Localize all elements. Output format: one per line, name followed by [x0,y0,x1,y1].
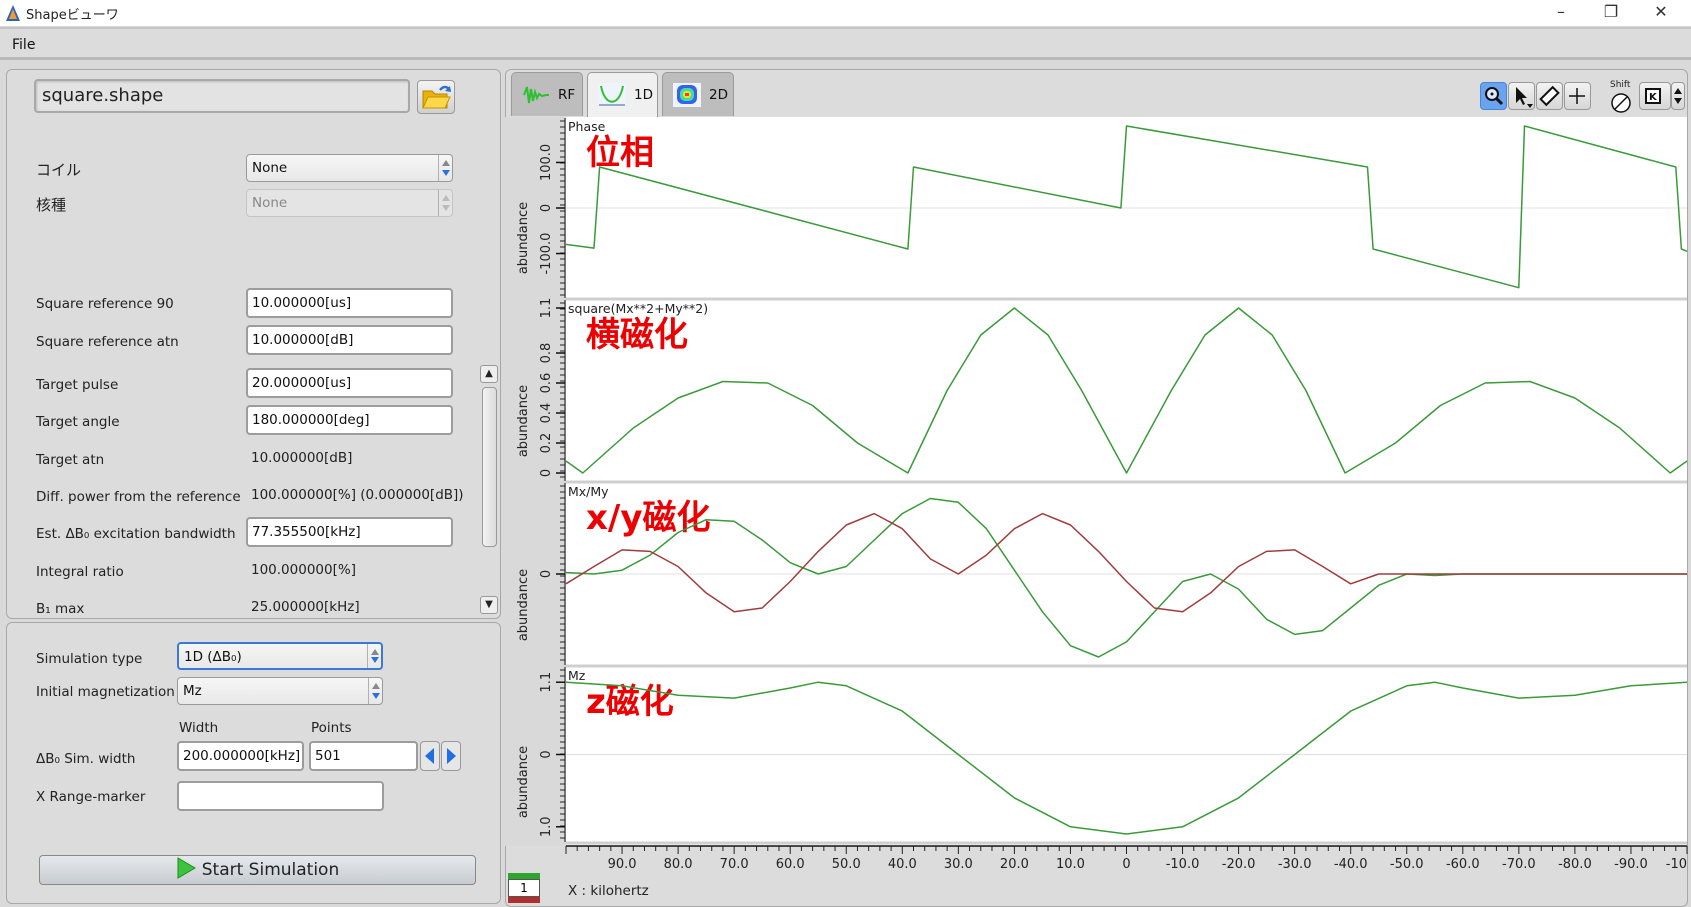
ruler-icon [1539,85,1560,107]
open-file-button[interactable] [417,80,455,114]
tab-1d-label: 1D [634,87,653,103]
svg-text:K: K [1649,92,1658,103]
keep-scale-icon: K [1645,88,1661,104]
keep-scale-button[interactable]: K [1639,82,1671,110]
scroll-thumb[interactable] [482,387,497,547]
tab-2d[interactable]: 2D [662,72,734,116]
pointer-tool-button[interactable] [1508,82,1535,110]
integral-ratio-value: 100.000000[%] [251,562,356,578]
tab-rf[interactable]: RF [511,72,583,116]
zoom-tool-button[interactable] [1480,82,1507,110]
param-label: Square reference 90 [36,296,174,312]
params-scrollbar[interactable]: ▲ ▼ [480,365,500,615]
tab-rf-label: RF [558,87,576,103]
square-ref-atn-input[interactable]: 10.000000[dB] [246,325,453,355]
crosshair-icon [1569,88,1585,104]
param-label: Target angle [36,414,120,430]
menu-file[interactable]: File [12,37,35,53]
param-label: B₁ max [36,601,85,617]
plot-area [566,117,1687,846]
range-marker-label: X Range-marker [36,789,146,805]
shift-toggle[interactable]: Shift [1607,80,1637,114]
b1-max-value: 25.000000[kHz] [251,599,360,615]
points-input[interactable]: 501 [309,741,418,771]
title-bar: Shapeビューワ – ❐ ✕ [0,0,1691,26]
param-label: Integral ratio [36,564,124,580]
cursor-arrow-icon [1516,87,1533,108]
up-down-arrow-icon [1674,88,1682,104]
shift-label: Shift [1610,80,1631,90]
magnifier-icon [1485,87,1504,106]
param-label: Diff. power from the reference [36,489,241,505]
trace-legend[interactable]: 1 [508,873,540,903]
y-axis-strip [505,117,566,846]
width-header: Width [179,720,219,736]
init-mag-label: Initial magnetization [36,684,175,700]
nucleus-select-value: None [252,195,288,211]
close-button[interactable]: ✕ [1636,0,1686,26]
trace-number: 1 [508,879,540,897]
2d-map-icon [673,83,701,107]
restore-button[interactable]: ❐ [1586,0,1636,26]
range-marker-input[interactable] [177,781,384,811]
shift-axes-icon [1611,93,1631,113]
coil-select[interactable]: None [246,154,453,182]
scroll-up-arrow-icon[interactable]: ▲ [480,365,498,383]
points-header: Points [311,720,352,736]
simulation-type-select[interactable]: 1D (ΔB₀) [177,642,383,670]
trace-red-swatch [508,897,540,903]
init-mag-value: Mz [183,683,202,699]
start-simulation-label: Start Simulation [201,860,340,880]
spin-arrows-icon [368,678,382,704]
menu-bar: File [0,27,1691,60]
sim-width-label: ΔB₀ Sim. width [36,751,136,767]
rf-waveform-icon [523,86,549,104]
param-label: Target atn [36,452,105,468]
scroll-down-arrow-icon[interactable]: ▼ [480,596,498,614]
tab-1d[interactable]: 1D [587,72,658,118]
start-simulation-button[interactable]: Start Simulation [39,855,476,885]
play-icon [177,857,196,879]
bandwidth-input[interactable]: 77.355500[kHz] [246,517,453,547]
spin-arrows-icon [438,155,452,181]
1d-profile-icon [598,83,626,107]
sim-type-label: Simulation type [36,651,143,667]
arrow-right-icon [447,748,456,764]
x-axis-unit: X : kilohertz [568,883,649,899]
target-pulse-input[interactable]: 20.000000[us] [246,368,453,398]
diff-power-value: 100.000000[%] (0.000000[dB]) [251,487,464,503]
tab-2d-label: 2D [709,87,728,103]
points-increment-button[interactable] [441,741,461,771]
minimize-button[interactable]: – [1536,0,1586,26]
nucleus-select[interactable]: None [246,189,453,217]
file-name-field[interactable]: square.shape [34,79,410,113]
spin-arrows-icon [438,190,452,216]
param-label: Square reference atn [36,334,179,350]
coil-select-value: None [252,160,288,176]
ruler-tool-button[interactable] [1536,82,1563,110]
square-ref-90-input[interactable]: 10.000000[us] [246,288,453,318]
target-angle-input[interactable]: 180.000000[deg] [246,405,453,435]
coil-label: コイル [36,161,82,179]
param-label: Target pulse [36,377,119,393]
arrow-left-icon [425,748,434,764]
target-atn-value: 10.000000[dB] [251,450,353,466]
keep-scale-spin[interactable] [1671,82,1685,110]
initial-magnetization-select[interactable]: Mz [177,677,383,705]
app-logo-icon [6,5,20,21]
points-decrement-button[interactable] [420,741,440,771]
folder-open-icon [422,85,451,109]
param-label: Est. ΔB₀ excitation bandwidth [36,526,236,542]
window-title: Shapeビューワ [26,8,119,23]
spin-arrows-icon [367,644,381,668]
crosshair-tool-button[interactable] [1564,82,1591,110]
nucleus-label: 核種 [36,196,67,214]
sim-width-input[interactable]: 200.000000[kHz] [177,741,304,771]
sim-type-value: 1D (ΔB₀) [184,649,242,665]
